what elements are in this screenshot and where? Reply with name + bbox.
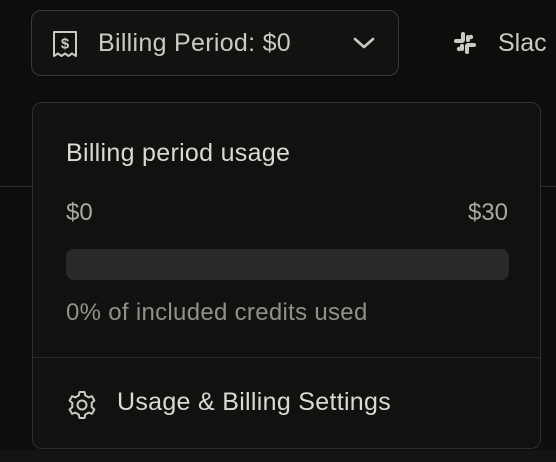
chevron-down-icon [353, 37, 375, 49]
screen: $ Billing Period: $0 Slac Billing period… [0, 0, 556, 462]
usage-progress-bar [66, 249, 509, 280]
svg-text:$: $ [61, 36, 70, 53]
gear-icon [68, 391, 96, 419]
usage-percentage-text: 0% of included credits used [66, 299, 368, 326]
background-strip [0, 450, 556, 462]
usage-billing-settings-item[interactable]: Usage & Billing Settings [33, 358, 540, 448]
billing-period-button[interactable]: $ Billing Period: $0 [31, 10, 399, 76]
receipt-dollar-icon: $ [53, 31, 77, 57]
billing-period-label: Billing Period: $0 [98, 29, 292, 57]
usage-min-label: $0 [66, 199, 93, 226]
settings-item-label: Usage & Billing Settings [117, 388, 392, 416]
slack-icon [454, 32, 476, 54]
billing-usage-dropdown: Billing period usage $0 $30 0% of includ… [32, 102, 541, 449]
slack-button[interactable]: Slac [450, 10, 547, 76]
usage-max-label: $30 [467, 199, 508, 226]
dropdown-title: Billing period usage [66, 139, 291, 167]
slack-label: Slac [498, 28, 547, 57]
